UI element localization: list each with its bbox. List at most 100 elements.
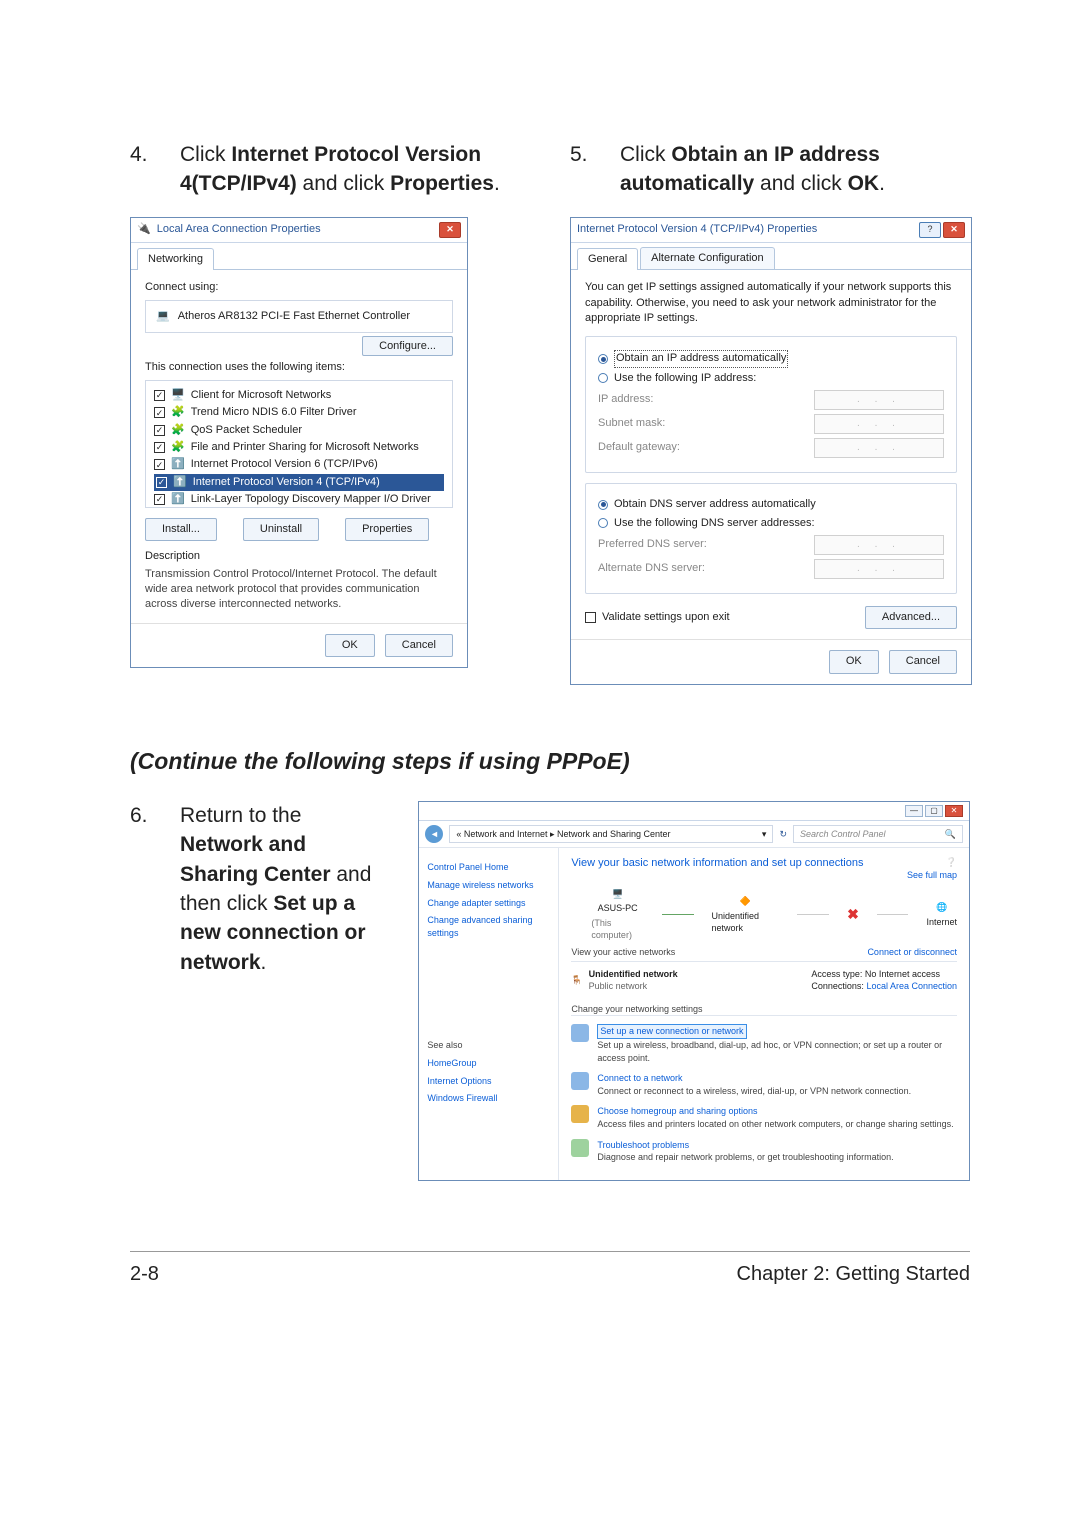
- step-5-text: Click Obtain an IP address automatically…: [620, 140, 970, 199]
- sidebar-item-homegroup[interactable]: HomeGroup: [427, 1057, 550, 1070]
- gateway-label: Default gateway:: [598, 440, 728, 455]
- ip-address-field: . . .: [814, 390, 944, 410]
- dialog-title: Internet Protocol Version 4 (TCP/IPv4) P…: [577, 222, 817, 237]
- homegroup-icon: [571, 1105, 589, 1123]
- sidebar-item-internet-options[interactable]: Internet Options: [427, 1075, 550, 1088]
- sidebar-item-firewall[interactable]: Windows Firewall: [427, 1092, 550, 1105]
- subnet-label: Subnet mask:: [598, 416, 728, 431]
- chapter-title: Chapter 2: Getting Started: [737, 1260, 970, 1288]
- list-item-selected[interactable]: Internet Protocol Version 4 (TCP/IPv4): [193, 475, 380, 490]
- adapter-name: Atheros AR8132 PCI-E Fast Ethernet Contr…: [178, 309, 410, 324]
- cancel-button[interactable]: Cancel: [889, 650, 957, 673]
- radio-obtain-dns-auto[interactable]: Obtain DNS server address automatically: [598, 497, 944, 512]
- connect-using-label: Connect using:: [145, 280, 453, 295]
- continue-heading: (Continue the following steps if using P…: [130, 745, 970, 777]
- subnet-field: . . .: [814, 414, 944, 434]
- network-sharing-center-window: — ▢ ✕ ◄ « Network and Internet ▸ Network…: [418, 801, 970, 1181]
- list-item[interactable]: Client for Microsoft Networks: [191, 388, 332, 403]
- list-item[interactable]: File and Printer Sharing for Microsoft N…: [191, 440, 419, 455]
- validate-checkbox[interactable]: Validate settings upon exit: [585, 610, 730, 625]
- see-also-label: See also: [427, 1039, 550, 1052]
- help-icon[interactable]: ❔: [946, 857, 957, 867]
- description-text: Transmission Control Protocol/Internet P…: [145, 567, 453, 613]
- step-4-number: 4.: [130, 140, 180, 199]
- step-4: 4. Click Internet Protocol Version 4(TCP…: [130, 140, 530, 199]
- nic-icon: 🔌: [137, 222, 151, 237]
- option-connect-network[interactable]: Connect to a networkConnect or reconnect…: [571, 1072, 957, 1097]
- tab-general[interactable]: General: [577, 248, 638, 270]
- adapter-icon: 💻: [156, 309, 170, 324]
- breadcrumb[interactable]: « Network and Internet ▸ Network and Sha…: [449, 825, 773, 844]
- option-troubleshoot[interactable]: Troubleshoot problemsDiagnose and repair…: [571, 1139, 957, 1164]
- sidebar: Control Panel Home Manage wireless netwo…: [419, 848, 559, 1179]
- change-settings-label: Change your networking settings: [571, 1003, 957, 1017]
- active-network-name: Unidentified network: [589, 968, 678, 981]
- close-icon[interactable]: ✕: [439, 222, 461, 238]
- list-item[interactable]: QoS Packet Scheduler: [191, 423, 302, 438]
- disconnected-icon: ✖: [847, 905, 859, 925]
- ipv4-intro-text: You can get IP settings assigned automat…: [585, 280, 957, 326]
- computer-icon: 🖥️: [612, 888, 623, 901]
- help-icon[interactable]: ?: [919, 222, 941, 238]
- nsc-main-title: View your basic network information and …: [571, 856, 863, 875]
- radio-use-following-dns[interactable]: Use the following DNS server addresses:: [598, 516, 944, 531]
- back-icon[interactable]: ◄: [425, 825, 443, 843]
- install-button[interactable]: Install...: [145, 518, 217, 541]
- connect-disconnect-link[interactable]: Connect or disconnect: [867, 946, 957, 959]
- step-6: 6. Return to the Network and Sharing Cen…: [130, 801, 388, 977]
- step-6-number: 6.: [130, 801, 180, 977]
- connect-icon: [571, 1072, 589, 1090]
- sidebar-item-wireless[interactable]: Manage wireless networks: [427, 879, 550, 892]
- configure-button[interactable]: Configure...: [362, 336, 453, 356]
- cancel-button[interactable]: Cancel: [385, 634, 453, 657]
- radio-dot-icon: [598, 518, 608, 528]
- uses-label: This connection uses the following items…: [145, 360, 453, 375]
- maximize-icon[interactable]: ▢: [925, 805, 943, 817]
- option-homegroup[interactable]: Choose homegroup and sharing optionsAcce…: [571, 1105, 957, 1130]
- list-item[interactable]: Link-Layer Topology Discovery Mapper I/O…: [191, 492, 431, 507]
- properties-button[interactable]: Properties: [345, 518, 429, 541]
- sidebar-item-home[interactable]: Control Panel Home: [427, 861, 550, 874]
- sidebar-item-advanced-sharing[interactable]: Change advanced sharing settings: [427, 914, 550, 939]
- network-icon: 🔶: [740, 895, 751, 908]
- radio-dot-icon: [598, 373, 608, 383]
- ok-button[interactable]: OK: [829, 650, 879, 673]
- sidebar-item-adapter[interactable]: Change adapter settings: [427, 897, 550, 910]
- search-icon: 🔍: [945, 828, 956, 841]
- local-area-connection-link[interactable]: Local Area Connection: [866, 981, 957, 991]
- tab-alternate-configuration[interactable]: Alternate Configuration: [640, 247, 775, 269]
- close-icon[interactable]: ✕: [945, 805, 963, 817]
- advanced-button[interactable]: Advanced...: [865, 606, 957, 629]
- step-6-text: Return to the Network and Sharing Center…: [180, 801, 388, 977]
- alt-dns-field: . . .: [814, 559, 944, 579]
- uninstall-button[interactable]: Uninstall: [243, 518, 319, 541]
- option-setup-new-connection[interactable]: Set up a new connection or networkSet up…: [571, 1024, 957, 1064]
- radio-use-following-ip[interactable]: Use the following IP address:: [598, 371, 944, 386]
- minimize-icon[interactable]: —: [905, 805, 923, 817]
- radio-dot-icon: [598, 500, 608, 510]
- ok-button[interactable]: OK: [325, 634, 375, 657]
- globe-icon: 🌐: [936, 901, 947, 914]
- dialog-title: Local Area Connection Properties: [157, 222, 321, 237]
- ip-address-label: IP address:: [598, 392, 728, 407]
- list-item[interactable]: Internet Protocol Version 6 (TCP/IPv6): [191, 457, 378, 472]
- refresh-icon[interactable]: ↻: [779, 828, 787, 841]
- page-number: 2-8: [130, 1260, 159, 1288]
- list-item[interactable]: Trend Micro NDIS 6.0 Filter Driver: [191, 405, 357, 420]
- close-icon[interactable]: ✕: [943, 222, 965, 238]
- wizard-icon: [571, 1024, 589, 1042]
- ipv4-properties-dialog: Internet Protocol Version 4 (TCP/IPv4) P…: [570, 217, 972, 685]
- search-input[interactable]: Search Control Panel 🔍: [793, 825, 963, 844]
- step-5: 5. Click Obtain an IP address automatica…: [570, 140, 970, 199]
- gateway-field: . . .: [814, 438, 944, 458]
- radio-obtain-ip-auto[interactable]: Obtain an IP address automatically: [598, 350, 944, 367]
- pref-dns-field: . . .: [814, 535, 944, 555]
- see-full-map-link[interactable]: See full map: [907, 870, 957, 880]
- view-active-label: View your active networks: [571, 946, 675, 959]
- connection-items-list[interactable]: 🖥️Client for Microsoft Networks 🧩Trend M…: [145, 380, 453, 508]
- description-label: Description: [145, 549, 453, 564]
- troubleshoot-icon: [571, 1139, 589, 1157]
- step-5-number: 5.: [570, 140, 620, 199]
- alt-dns-label: Alternate DNS server:: [598, 561, 728, 576]
- tab-networking[interactable]: Networking: [137, 248, 214, 270]
